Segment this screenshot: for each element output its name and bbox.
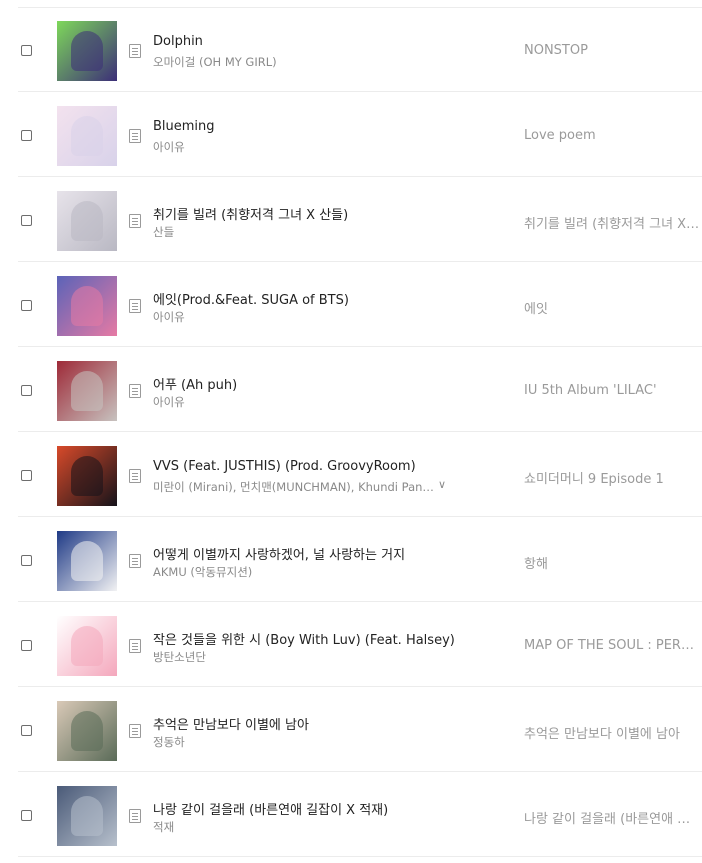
album-cover[interactable]: [57, 21, 117, 81]
lyrics-icon[interactable]: [129, 639, 141, 653]
album-cover[interactable]: [57, 361, 117, 421]
lyrics-icon[interactable]: [129, 214, 141, 228]
song-row[interactable]: VVS (Feat. JUSTHIS) (Prod. GroovyRoom) 미…: [18, 433, 702, 517]
artist-name[interactable]: 아이유: [153, 139, 438, 155]
song-title[interactable]: 추억은 만남보다 이별에 남아: [153, 714, 458, 733]
album-title[interactable]: 추억은 만남보다 이별에 남아: [524, 723, 700, 742]
cover-art-shape: [71, 286, 103, 326]
lyrics-icon[interactable]: [129, 384, 141, 398]
cover-art-shape: [71, 796, 103, 836]
song-row[interactable]: 추억은 만남보다 이별에 남아 정동하 추억은 만남보다 이별에 남아: [18, 688, 702, 772]
lyrics-icon[interactable]: [129, 554, 141, 568]
cover-art-shape: [71, 371, 103, 411]
select-checkbox[interactable]: [21, 215, 32, 226]
cover-art-shape: [71, 31, 103, 71]
album-cover[interactable]: [57, 531, 117, 591]
select-checkbox[interactable]: [21, 810, 32, 821]
select-checkbox[interactable]: [21, 130, 32, 141]
song-title[interactable]: 취기를 빌려 (취향저격 그녀 X 산들): [153, 204, 458, 223]
album-cover[interactable]: [57, 191, 117, 251]
album-title[interactable]: 나랑 같이 걸을래 (바른연애 길잡이 X 적재): [524, 808, 700, 827]
album-title[interactable]: IU 5th Album 'LILAC': [524, 383, 700, 398]
cover-art-shape: [71, 541, 103, 581]
album-cover[interactable]: [57, 446, 117, 506]
song-title[interactable]: 작은 것들을 위한 시 (Boy With Luv) (Feat. Halsey…: [153, 629, 458, 648]
song-row[interactable]: 작은 것들을 위한 시 (Boy With Luv) (Feat. Halsey…: [18, 603, 702, 687]
album-cover[interactable]: [57, 701, 117, 761]
song-row[interactable]: 어푸 (Ah puh) 아이유 IU 5th Album 'LILAC': [18, 348, 702, 432]
lyrics-icon[interactable]: [129, 129, 141, 143]
song-title[interactable]: VVS (Feat. JUSTHIS) (Prod. GroovyRoom): [153, 459, 458, 474]
song-row[interactable]: 어떻게 이별까지 사랑하겠어, 널 사랑하는 거지 AKMU (악동뮤지션) 항…: [18, 518, 702, 602]
song-title[interactable]: Blueming: [153, 119, 458, 134]
artist-name[interactable]: 오마이걸 (OH MY GIRL): [153, 54, 438, 70]
artist-name[interactable]: 방탄소년단: [153, 649, 438, 665]
select-checkbox[interactable]: [21, 725, 32, 736]
cover-art-shape: [71, 116, 103, 156]
song-row[interactable]: 에잇(Prod.&Feat. SUGA of BTS) 아이유 에잇: [18, 263, 702, 347]
album-cover[interactable]: [57, 106, 117, 166]
lyrics-icon[interactable]: [129, 299, 141, 313]
album-title[interactable]: 항해: [524, 553, 700, 572]
lyrics-icon[interactable]: [129, 809, 141, 823]
song-title[interactable]: 에잇(Prod.&Feat. SUGA of BTS): [153, 289, 458, 308]
select-checkbox[interactable]: [21, 300, 32, 311]
song-title[interactable]: Dolphin: [153, 34, 458, 49]
song-row[interactable]: 취기를 빌려 (취향저격 그녀 X 산들) 산들 취기를 빌려 (취향저격 그녀…: [18, 178, 702, 262]
lyrics-icon[interactable]: [129, 469, 141, 483]
album-title[interactable]: MAP OF THE SOUL : PERSONA: [524, 638, 700, 653]
artist-name[interactable]: 아이유: [153, 309, 438, 325]
song-title[interactable]: 어떻게 이별까지 사랑하겠어, 널 사랑하는 거지: [153, 544, 458, 563]
album-cover[interactable]: [57, 616, 117, 676]
lyrics-icon[interactable]: [129, 724, 141, 738]
album-title[interactable]: 쇼미더머니 9 Episode 1: [524, 468, 700, 487]
song-row[interactable]: Dolphin 오마이걸 (OH MY GIRL) NONSTOP: [18, 8, 702, 92]
artist-name[interactable]: 적재: [153, 819, 438, 835]
cover-art-shape: [71, 711, 103, 751]
song-row[interactable]: 나랑 같이 걸을래 (바른연애 길잡이 X 적재) 적재 나랑 같이 걸을래 (…: [18, 773, 702, 857]
select-checkbox[interactable]: [21, 640, 32, 651]
album-title[interactable]: Love poem: [524, 128, 700, 143]
album-cover[interactable]: [57, 786, 117, 846]
chevron-down-icon[interactable]: ∨: [438, 478, 446, 491]
select-checkbox[interactable]: [21, 45, 32, 56]
select-checkbox[interactable]: [21, 385, 32, 396]
artist-name[interactable]: 산들: [153, 224, 438, 240]
select-checkbox[interactable]: [21, 555, 32, 566]
artist-name[interactable]: 정동하: [153, 734, 438, 750]
cover-art-shape: [71, 456, 103, 496]
song-title[interactable]: 나랑 같이 걸을래 (바른연애 길잡이 X 적재): [153, 799, 458, 818]
artist-name[interactable]: AKMU (악동뮤지션): [153, 564, 438, 580]
album-title[interactable]: 취기를 빌려 (취향저격 그녀 X 산들): [524, 213, 700, 232]
song-row[interactable]: Blueming 아이유 Love poem: [18, 93, 702, 177]
select-checkbox[interactable]: [21, 470, 32, 481]
album-title[interactable]: NONSTOP: [524, 43, 700, 58]
album-cover[interactable]: [57, 276, 117, 336]
lyrics-icon[interactable]: [129, 44, 141, 58]
song-title[interactable]: 어푸 (Ah puh): [153, 374, 458, 393]
cover-art-shape: [71, 626, 103, 666]
cover-art-shape: [71, 201, 103, 241]
album-title[interactable]: 에잇: [524, 298, 700, 317]
artist-name[interactable]: 아이유: [153, 394, 438, 410]
artist-name[interactable]: 미란이 (Mirani), 먼치맨(MUNCHMAN), Khundi Pand…: [153, 479, 438, 495]
